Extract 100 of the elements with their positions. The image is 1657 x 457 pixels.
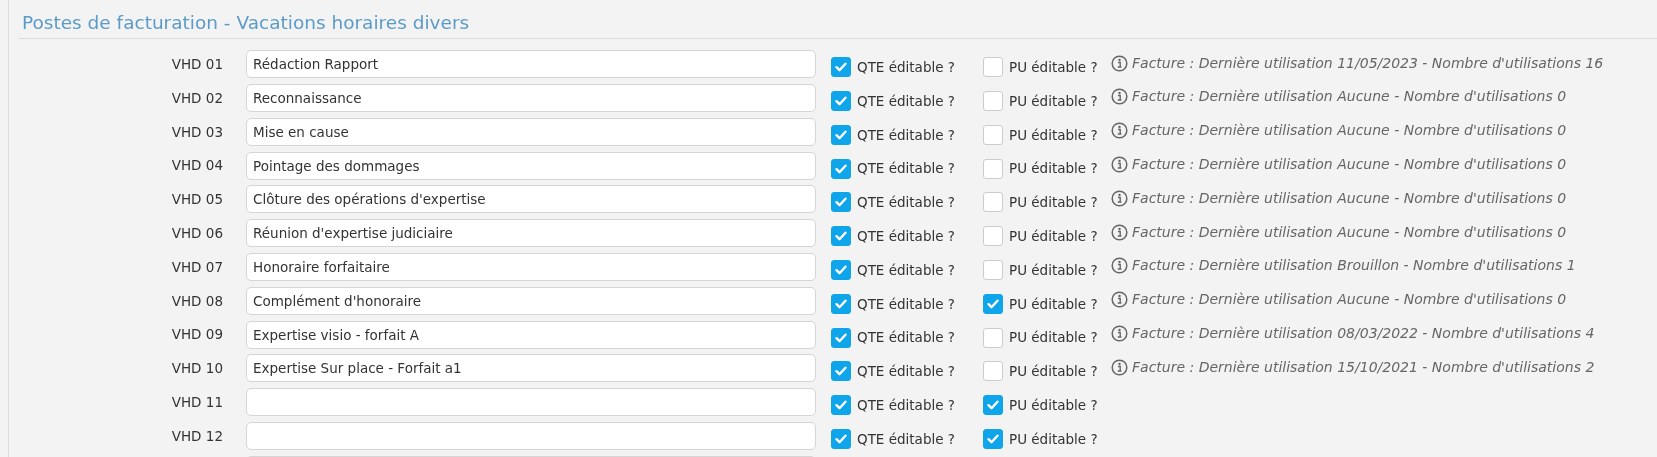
row-label: VHD 06 [170, 224, 224, 244]
row-label: VHD 08 [170, 291, 224, 311]
info-icon [1111, 358, 1128, 376]
row-label: VHD 04 [170, 156, 224, 176]
checkbox-label: PU éditable ? [1009, 58, 1098, 78]
info-text: Facture : Dernière utilisation Brouillon - Nombre d'utilisations 1 [1132, 256, 1576, 276]
checkbox-label: PU éditable ? [1009, 362, 1098, 382]
checkbox[interactable] [983, 226, 1003, 247]
checkbox-label: QTE éditable ? [857, 125, 955, 145]
row-label: VHD 03 [170, 122, 224, 142]
checkbox[interactable] [983, 293, 1003, 314]
input-field[interactable]: Reconnaissance [246, 84, 816, 112]
info-text: Facture : Dernière utilisation Aucune - Nombre d'utilisations 0 [1132, 121, 1567, 141]
checkmark-icon [834, 161, 848, 176]
row-label: VHD 11 [170, 393, 224, 413]
info-text: Facture : Dernière utilisation Aucune - Nombre d'utilisations 0 [1132, 155, 1567, 175]
input-field[interactable]: Clôture des opérations d'expertise [246, 185, 816, 214]
checkbox-label: PU éditable ? [1009, 260, 1098, 280]
checkbox-label: PU éditable ? [1009, 294, 1098, 314]
checkbox[interactable] [983, 124, 1003, 145]
row-label: VHD 02 [170, 88, 224, 108]
input-field[interactable]: Rédaction Rapport [246, 50, 816, 79]
input-field[interactable]: Mise en cause [246, 117, 816, 146]
checkmark-icon [986, 431, 1000, 446]
checkbox[interactable] [983, 57, 1003, 78]
checkbox[interactable] [831, 428, 851, 449]
checkbox[interactable] [831, 91, 851, 111]
info-text: Facture : Dernière utilisation 11/05/2023 - Nombre d'utilisations 16 [1132, 53, 1604, 73]
checkbox-label: PU éditable ? [1009, 91, 1098, 111]
checkbox-label: QTE éditable ? [857, 159, 955, 179]
checkbox[interactable] [983, 192, 1003, 213]
checkbox[interactable] [831, 192, 851, 213]
section-title: Postes de facturation - Vacations horaires divers [19, 12, 1657, 40]
checkbox[interactable] [983, 327, 1003, 348]
checkbox[interactable] [831, 327, 851, 348]
input-field[interactable]: Expertise Sur place - Forfait a1 [246, 354, 816, 383]
checkbox-label: QTE éditable ? [857, 58, 955, 78]
input-field[interactable] [246, 421, 816, 450]
checkbox-label: QTE éditable ? [857, 294, 955, 314]
checkbox-label: QTE éditable ? [857, 429, 955, 449]
info-icon [1111, 156, 1128, 174]
row-label: VHD 09 [170, 325, 224, 345]
info-text: Facture : Dernière utilisation 15/10/2021 - Nombre d'utilisations 2 [1132, 357, 1595, 377]
input-field[interactable]: Pointage des dommages [246, 151, 816, 180]
checkbox-label: PU éditable ? [1009, 193, 1098, 213]
info-icon [1111, 223, 1128, 241]
checkbox-label: PU éditable ? [1009, 227, 1098, 247]
checkbox-label: QTE éditable ? [857, 91, 955, 111]
info-icon [1111, 189, 1128, 207]
checkbox[interactable] [983, 259, 1003, 280]
checkmark-icon [834, 127, 848, 142]
input-field[interactable] [246, 388, 816, 417]
info-text: Facture : Dernière utilisation Aucune - Nombre d'utilisations 0 [1132, 290, 1567, 310]
input-field[interactable]: Honoraire forfaitaire [246, 252, 816, 281]
checkbox[interactable] [831, 361, 851, 382]
info-icon [1111, 54, 1128, 72]
checkbox-label: QTE éditable ? [857, 362, 955, 382]
checkbox-label: PU éditable ? [1009, 396, 1098, 416]
info-text: Facture : Dernière utilisation Aucune - Nombre d'utilisations 0 [1132, 222, 1567, 242]
row-label: VHD 10 [170, 359, 224, 379]
checkbox[interactable] [831, 259, 851, 280]
info-icon [1111, 257, 1128, 275]
checkbox-label: QTE éditable ? [857, 328, 955, 348]
checkbox[interactable] [831, 226, 851, 247]
checkbox[interactable] [831, 293, 851, 314]
info-text: Facture : Dernière utilisation Aucune - Nombre d'utilisations 0 [1132, 87, 1567, 107]
checkmark-icon [834, 262, 848, 277]
checkmark-icon [834, 330, 848, 345]
info-icon [1111, 88, 1128, 106]
checkbox-label: QTE éditable ? [857, 260, 955, 280]
info-text: Facture : Dernière utilisation Aucune - Nombre d'utilisations 0 [1132, 188, 1567, 208]
input-field[interactable]: Réunion d'expertise judiciaire [246, 219, 816, 248]
checkbox-label: PU éditable ? [1009, 159, 1098, 179]
checkbox-label: PU éditable ? [1009, 328, 1098, 348]
info-icon [1111, 325, 1128, 343]
checkbox-label: QTE éditable ? [857, 227, 955, 247]
checkbox-label: QTE éditable ? [857, 396, 955, 416]
checkbox[interactable] [831, 57, 851, 78]
checkbox[interactable] [831, 124, 851, 145]
info-icon [1111, 122, 1128, 140]
checkbox[interactable] [983, 395, 1003, 416]
checkbox[interactable] [983, 361, 1003, 382]
checkbox-label: QTE éditable ? [857, 193, 955, 213]
checkbox[interactable] [983, 158, 1003, 179]
checkmark-icon [834, 94, 848, 108]
info-text: Facture : Dernière utilisation 08/03/2022 - Nombre d'utilisations 4 [1132, 324, 1595, 344]
input-field[interactable]: Complément d'honoraire [246, 286, 816, 315]
checkbox[interactable] [831, 395, 851, 416]
checkmark-icon [834, 431, 848, 446]
checkmark-icon [834, 296, 848, 311]
checkbox[interactable] [831, 158, 851, 179]
row-label: VHD 05 [170, 190, 224, 210]
checkbox[interactable] [983, 428, 1003, 449]
row-label: VHD 12 [170, 426, 224, 446]
checkbox[interactable] [983, 91, 1003, 111]
checkbox-label: PU éditable ? [1009, 125, 1098, 145]
row-label: VHD 01 [170, 55, 224, 75]
checkbox-label: PU éditable ? [1009, 429, 1098, 449]
input-field[interactable]: Expertise visio - forfait A [246, 320, 816, 349]
checkmark-icon [986, 296, 1000, 311]
